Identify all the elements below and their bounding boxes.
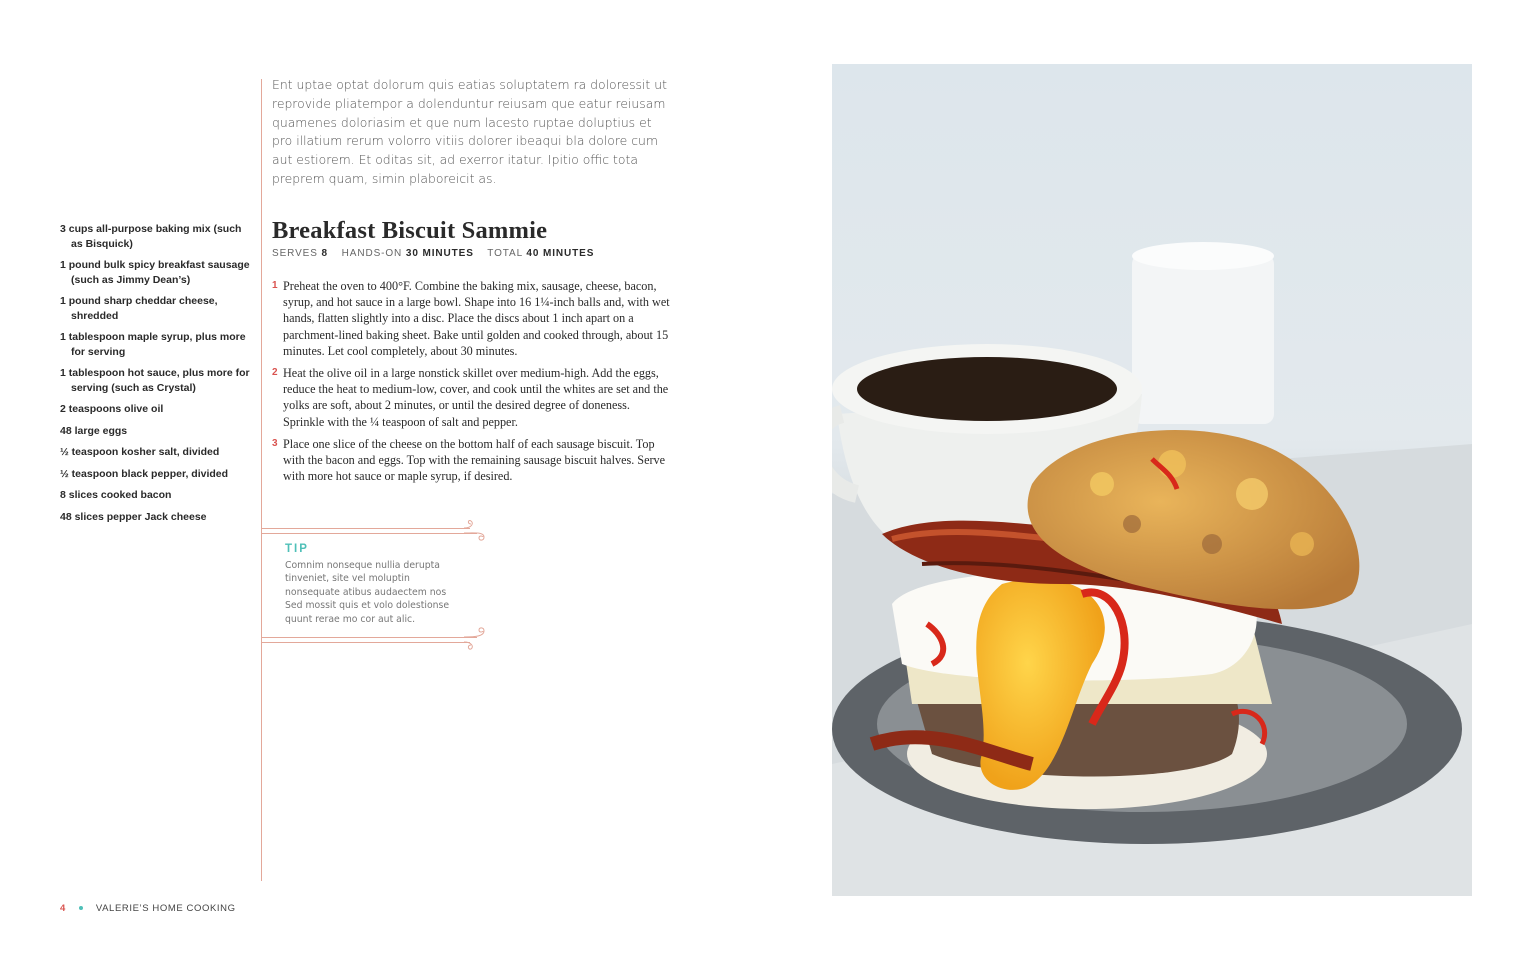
food-photo (832, 64, 1472, 896)
tip-text: Comnim nonseque nullia derupta tinveniet… (285, 560, 450, 625)
ingredient-item: 48 slices pepper Jack cheese (60, 510, 207, 523)
ingredient-item: 48 large eggs (60, 424, 128, 437)
flourish-ornament-bottom (464, 627, 485, 650)
total-label: TOTAL (487, 248, 523, 259)
step-item: 1 Preheat the oven to 400°F. Combine the… (272, 278, 672, 359)
book-title: VALERIE’S HOME COOKING (95, 903, 236, 914)
hands-on-label: HANDS-ON (341, 248, 403, 259)
bullet-dot-icon (78, 906, 83, 910)
ingredient-item: 3 cups all-purpose baking mix (such as B… (60, 223, 242, 250)
step-number: 3 (272, 437, 278, 449)
ingredient-item: 1 tablespoon maple syrup, plus more for … (60, 331, 246, 358)
step-number: 1 (272, 280, 278, 291)
step-number: 2 (272, 367, 278, 379)
ingredient-item: ½ teaspoon kosher salt, divided (60, 446, 220, 458)
flourish-ornament-top (464, 520, 485, 541)
step-text: Preheat the oven to 400°F. Combine the b… (283, 279, 670, 358)
serves-value: 8 (321, 248, 328, 259)
step-text: Heat the olive oil in a large nonstick s… (283, 366, 669, 429)
tip-rule-top-inner (262, 533, 477, 534)
ingredient-item: 1 tablespoon hot sauce, plus more for se… (60, 367, 250, 394)
method-steps: 1 Preheat the oven to 400°F. Combine the… (272, 278, 672, 490)
intro-paragraph: Ent uptae optat dolorum quis eatias solu… (272, 77, 667, 186)
ingredient-item: 1 pound sharp cheddar cheese, shredded (60, 295, 218, 322)
total-value: 40 MINUTES (526, 248, 595, 259)
tip-rule-bottom-inner (262, 642, 470, 643)
hands-on-value: 30 MINUTES (405, 248, 474, 259)
ingredient-item: 8 slices cooked bacon (60, 489, 172, 501)
step-item: 3 Place one slice of the cheese on the b… (272, 436, 672, 485)
tip-label: TIP (285, 543, 309, 555)
column-divider (261, 79, 262, 881)
recipe-title: Breakfast Biscuit Sammie (272, 217, 548, 244)
ingredient-list: 3 cups all-purpose baking mix (such as B… (60, 222, 250, 531)
page-number: 4 (60, 903, 66, 914)
breakfast-sandwich-illustration (832, 64, 1472, 896)
step-item: 2 Heat the olive oil in a large nonstick… (272, 365, 672, 430)
ingredient-item: 2 teaspoons olive oil (60, 403, 164, 415)
tip-rule-bottom (262, 637, 477, 638)
step-text: Place one slice of the cheese on the bot… (283, 436, 666, 484)
ingredient-item: 1 pound bulk spicy breakfast sausage (su… (60, 259, 250, 286)
recipe-meta: SERVES 8 HANDS-ON 30 MINUTES TOTAL 40 MI… (272, 248, 604, 259)
page-footer: 4 VALERIE’S HOME COOKING (60, 903, 236, 914)
ingredient-item: ½ teaspoon black pepper, divided (60, 467, 229, 480)
serves-label: SERVES (272, 248, 318, 259)
tip-rule-top (262, 528, 470, 529)
